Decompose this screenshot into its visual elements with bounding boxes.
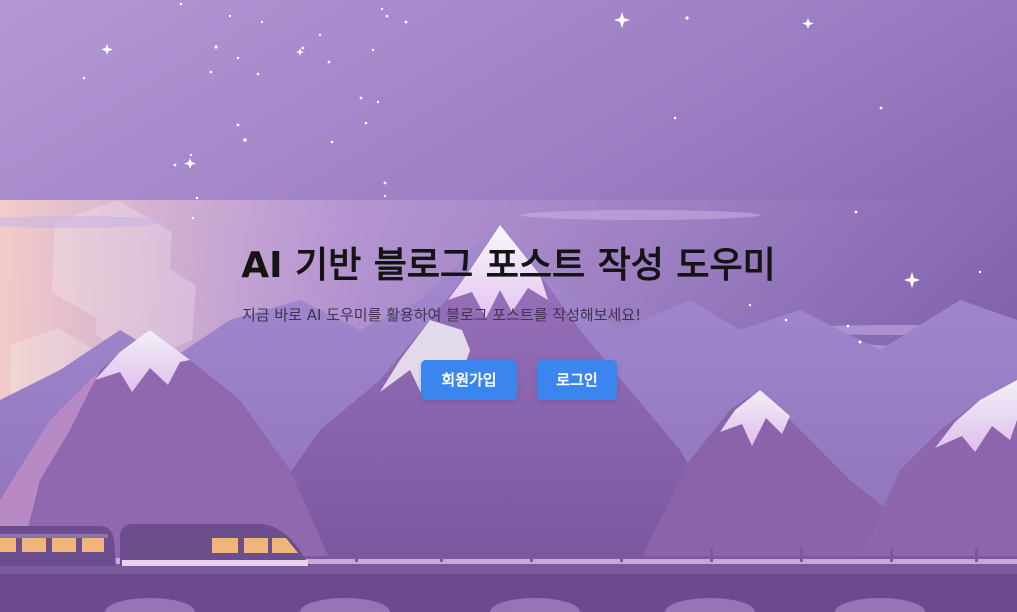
hero-subtitle: 지금 바로 AI 도우미를 활용하여 블로그 포스트를 작성해보세요! bbox=[242, 306, 642, 324]
login-button[interactable]: 로그인 bbox=[537, 360, 617, 400]
signup-button[interactable]: 회원가입 bbox=[421, 360, 517, 400]
hero-section: AI 기반 블로그 포스트 작성 도우미 지금 바로 AI 도우미를 활용하여 … bbox=[0, 0, 1017, 612]
landing-page: AI 기반 블로그 포스트 작성 도우미 지금 바로 AI 도우미를 활용하여 … bbox=[0, 0, 1017, 612]
page-title: AI 기반 블로그 포스트 작성 도우미 bbox=[241, 245, 776, 286]
